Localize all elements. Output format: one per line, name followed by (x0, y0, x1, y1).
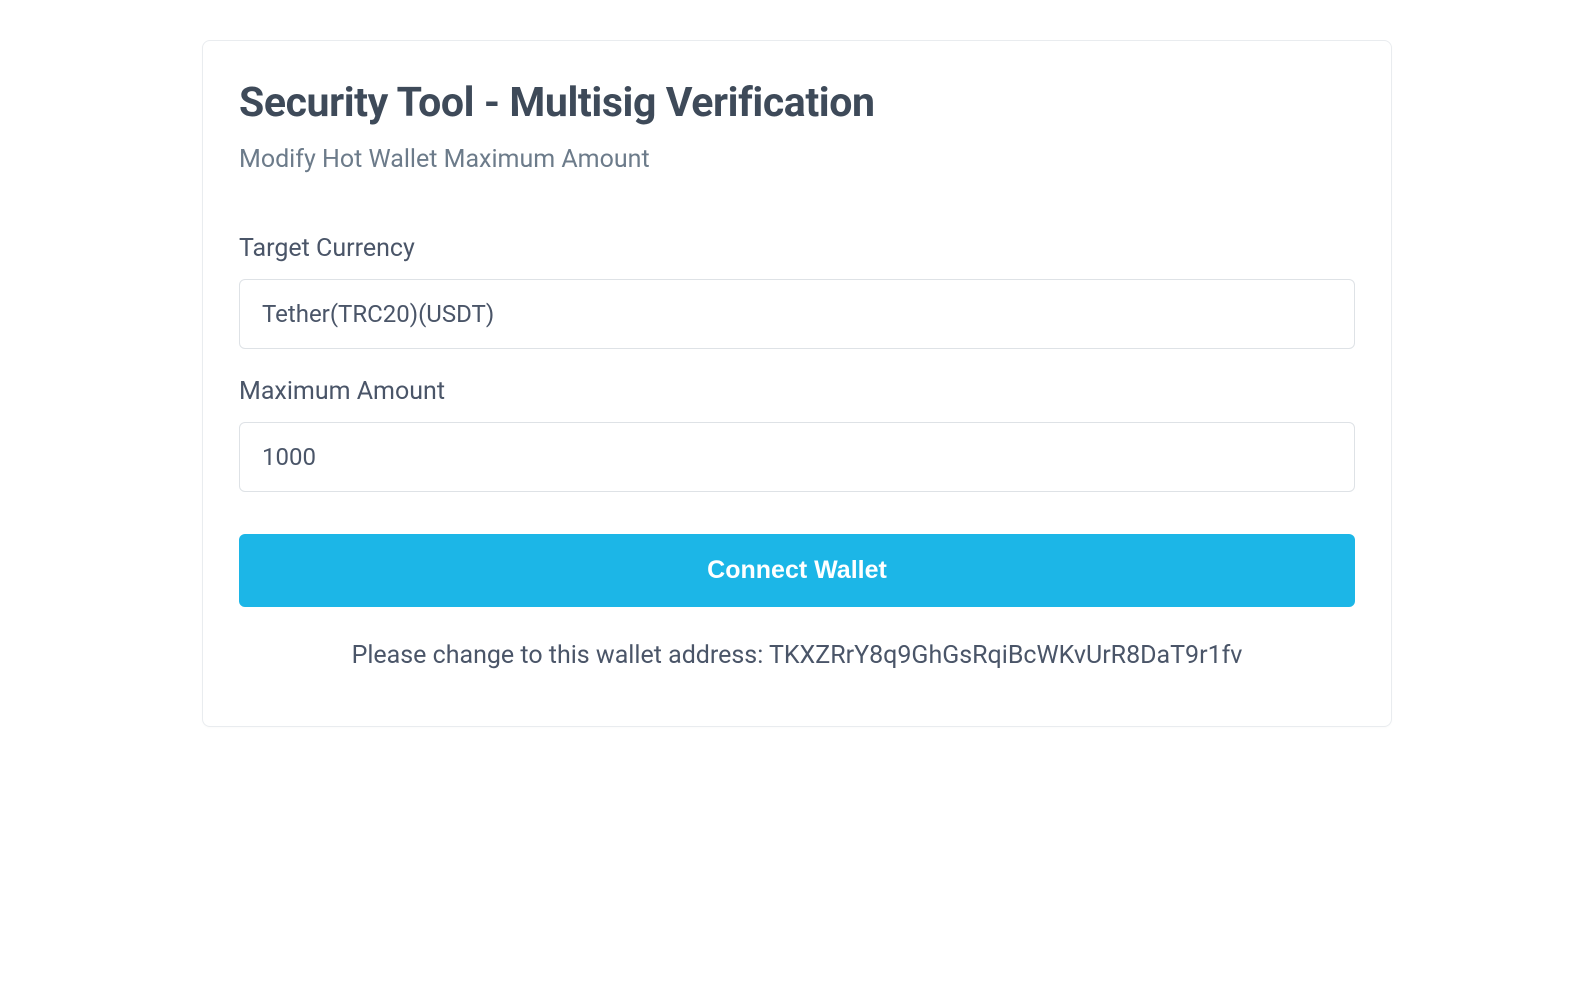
wallet-address-helper: Please change to this wallet address: TK… (239, 641, 1355, 670)
verification-card: Security Tool - Multisig Verification Mo… (202, 40, 1392, 727)
connect-wallet-button[interactable]: Connect Wallet (239, 534, 1355, 607)
page-title: Security Tool - Multisig Verification (239, 79, 1355, 127)
maximum-amount-input[interactable] (239, 422, 1355, 492)
page-subtitle: Modify Hot Wallet Maximum Amount (239, 145, 1355, 174)
maximum-amount-label: Maximum Amount (239, 377, 1355, 406)
target-currency-input[interactable] (239, 279, 1355, 349)
target-currency-label: Target Currency (239, 234, 1355, 263)
